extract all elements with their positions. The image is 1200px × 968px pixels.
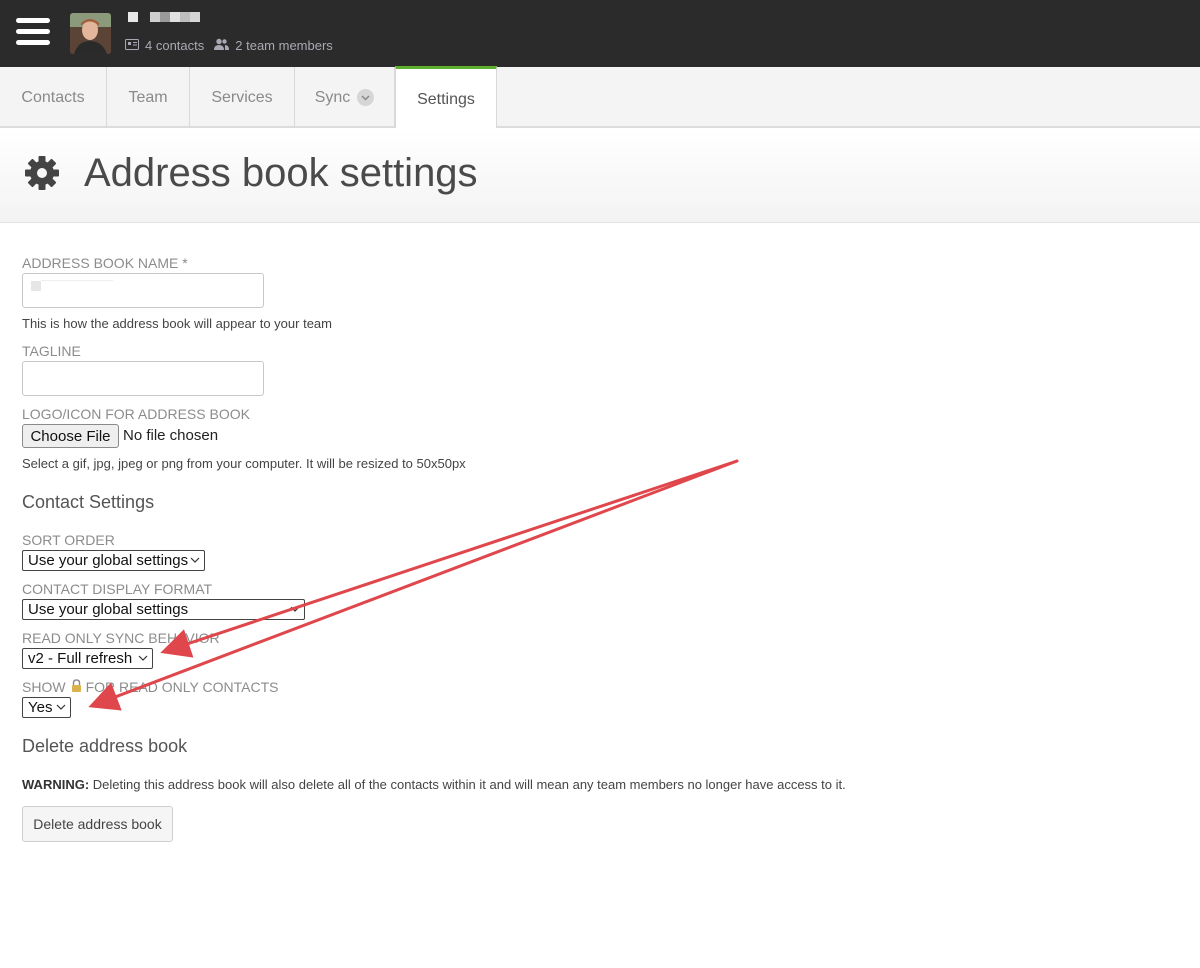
tab-label: Settings <box>417 90 475 108</box>
chevron-down-icon <box>290 602 300 619</box>
display-format-select[interactable]: Use your global settings <box>22 599 305 620</box>
gear-icon <box>24 155 60 191</box>
logo-label: LOGO/ICON FOR ADDRESS BOOK <box>22 406 250 422</box>
tab-settings[interactable]: Settings <box>395 66 497 128</box>
sync-behavior-select[interactable]: v2 - Full refresh <box>22 648 153 669</box>
tagline-label: TAGLINE <box>22 343 81 359</box>
menu-icon[interactable] <box>16 18 50 46</box>
sort-order-label: SORT ORDER <box>22 532 115 548</box>
account-meta: 4 contacts 2 team members <box>125 38 333 53</box>
tab-contacts[interactable]: Contacts <box>0 67 107 128</box>
tab-bar: Contacts Team Services Sync Settings <box>0 66 1200 128</box>
select-value: Use your global settings <box>28 552 189 569</box>
sync-behavior-label: READ ONLY SYNC BEHAVIOR <box>22 630 220 646</box>
address-book-name-label: ADDRESS BOOK NAME * <box>22 255 188 271</box>
team-count[interactable]: 2 team members <box>235 38 333 53</box>
arrow-to-sync-behavior <box>160 459 739 658</box>
tab-label: Services <box>211 88 273 106</box>
select-value: Yes <box>28 699 53 716</box>
contacts-count[interactable]: 4 contacts <box>145 38 204 53</box>
account-name-redacted <box>128 12 200 24</box>
lock-icon <box>71 679 82 695</box>
warning-text: Deleting this address book will also del… <box>89 777 846 792</box>
team-icon <box>214 38 230 53</box>
tagline-field[interactable] <box>22 361 264 396</box>
contact-settings-heading: Contact Settings <box>22 492 155 512</box>
chevron-down-icon <box>138 651 148 668</box>
display-format-label: CONTACT DISPLAY FORMAT <box>22 581 213 597</box>
redacted-value <box>31 281 41 291</box>
delete-warning: WARNING: Deleting this address book will… <box>22 777 846 792</box>
select-value: Use your global settings <box>28 601 189 618</box>
logo-help: Select a gif, jpg, jpeg or png from your… <box>22 456 466 471</box>
delete-address-book-button[interactable]: Delete address book <box>22 806 173 842</box>
chevron-down-icon <box>56 700 66 717</box>
address-book-name-field[interactable] <box>22 273 264 308</box>
warning-label: WARNING: <box>22 777 90 792</box>
chevron-down-icon <box>190 553 200 570</box>
chevron-down-icon[interactable] <box>357 89 375 106</box>
address-book-name-help: This is how the address book will appear… <box>22 316 332 331</box>
tab-team[interactable]: Team <box>107 67 190 128</box>
file-status: No file chosen <box>123 427 219 444</box>
tab-label: Contacts <box>21 88 85 106</box>
tab-label: Team <box>128 88 168 106</box>
delete-heading: Delete address book <box>22 736 188 756</box>
tab-sync[interactable]: Sync <box>295 67 395 128</box>
page-header: Address book settings <box>0 129 1200 223</box>
redacted-value <box>41 280 113 281</box>
label-text: FOR READ ONLY CONTACTS <box>85 679 279 695</box>
contact-card-icon <box>125 38 139 53</box>
avatar[interactable] <box>70 13 111 54</box>
show-lock-select[interactable]: Yes <box>22 697 71 718</box>
label-text: SHOW <box>22 679 66 695</box>
page-title: Address book settings <box>84 151 478 195</box>
select-value: v2 - Full refresh <box>28 650 133 667</box>
top-bar: 4 contacts 2 team members <box>0 0 1200 67</box>
sort-order-select[interactable]: Use your global settings <box>22 550 205 571</box>
tab-services[interactable]: Services <box>190 67 295 128</box>
tab-label: Sync <box>314 88 351 106</box>
choose-file-button[interactable]: Choose File <box>22 424 119 448</box>
show-lock-label: SHOW FOR READ ONLY CONTACTS <box>22 679 278 695</box>
